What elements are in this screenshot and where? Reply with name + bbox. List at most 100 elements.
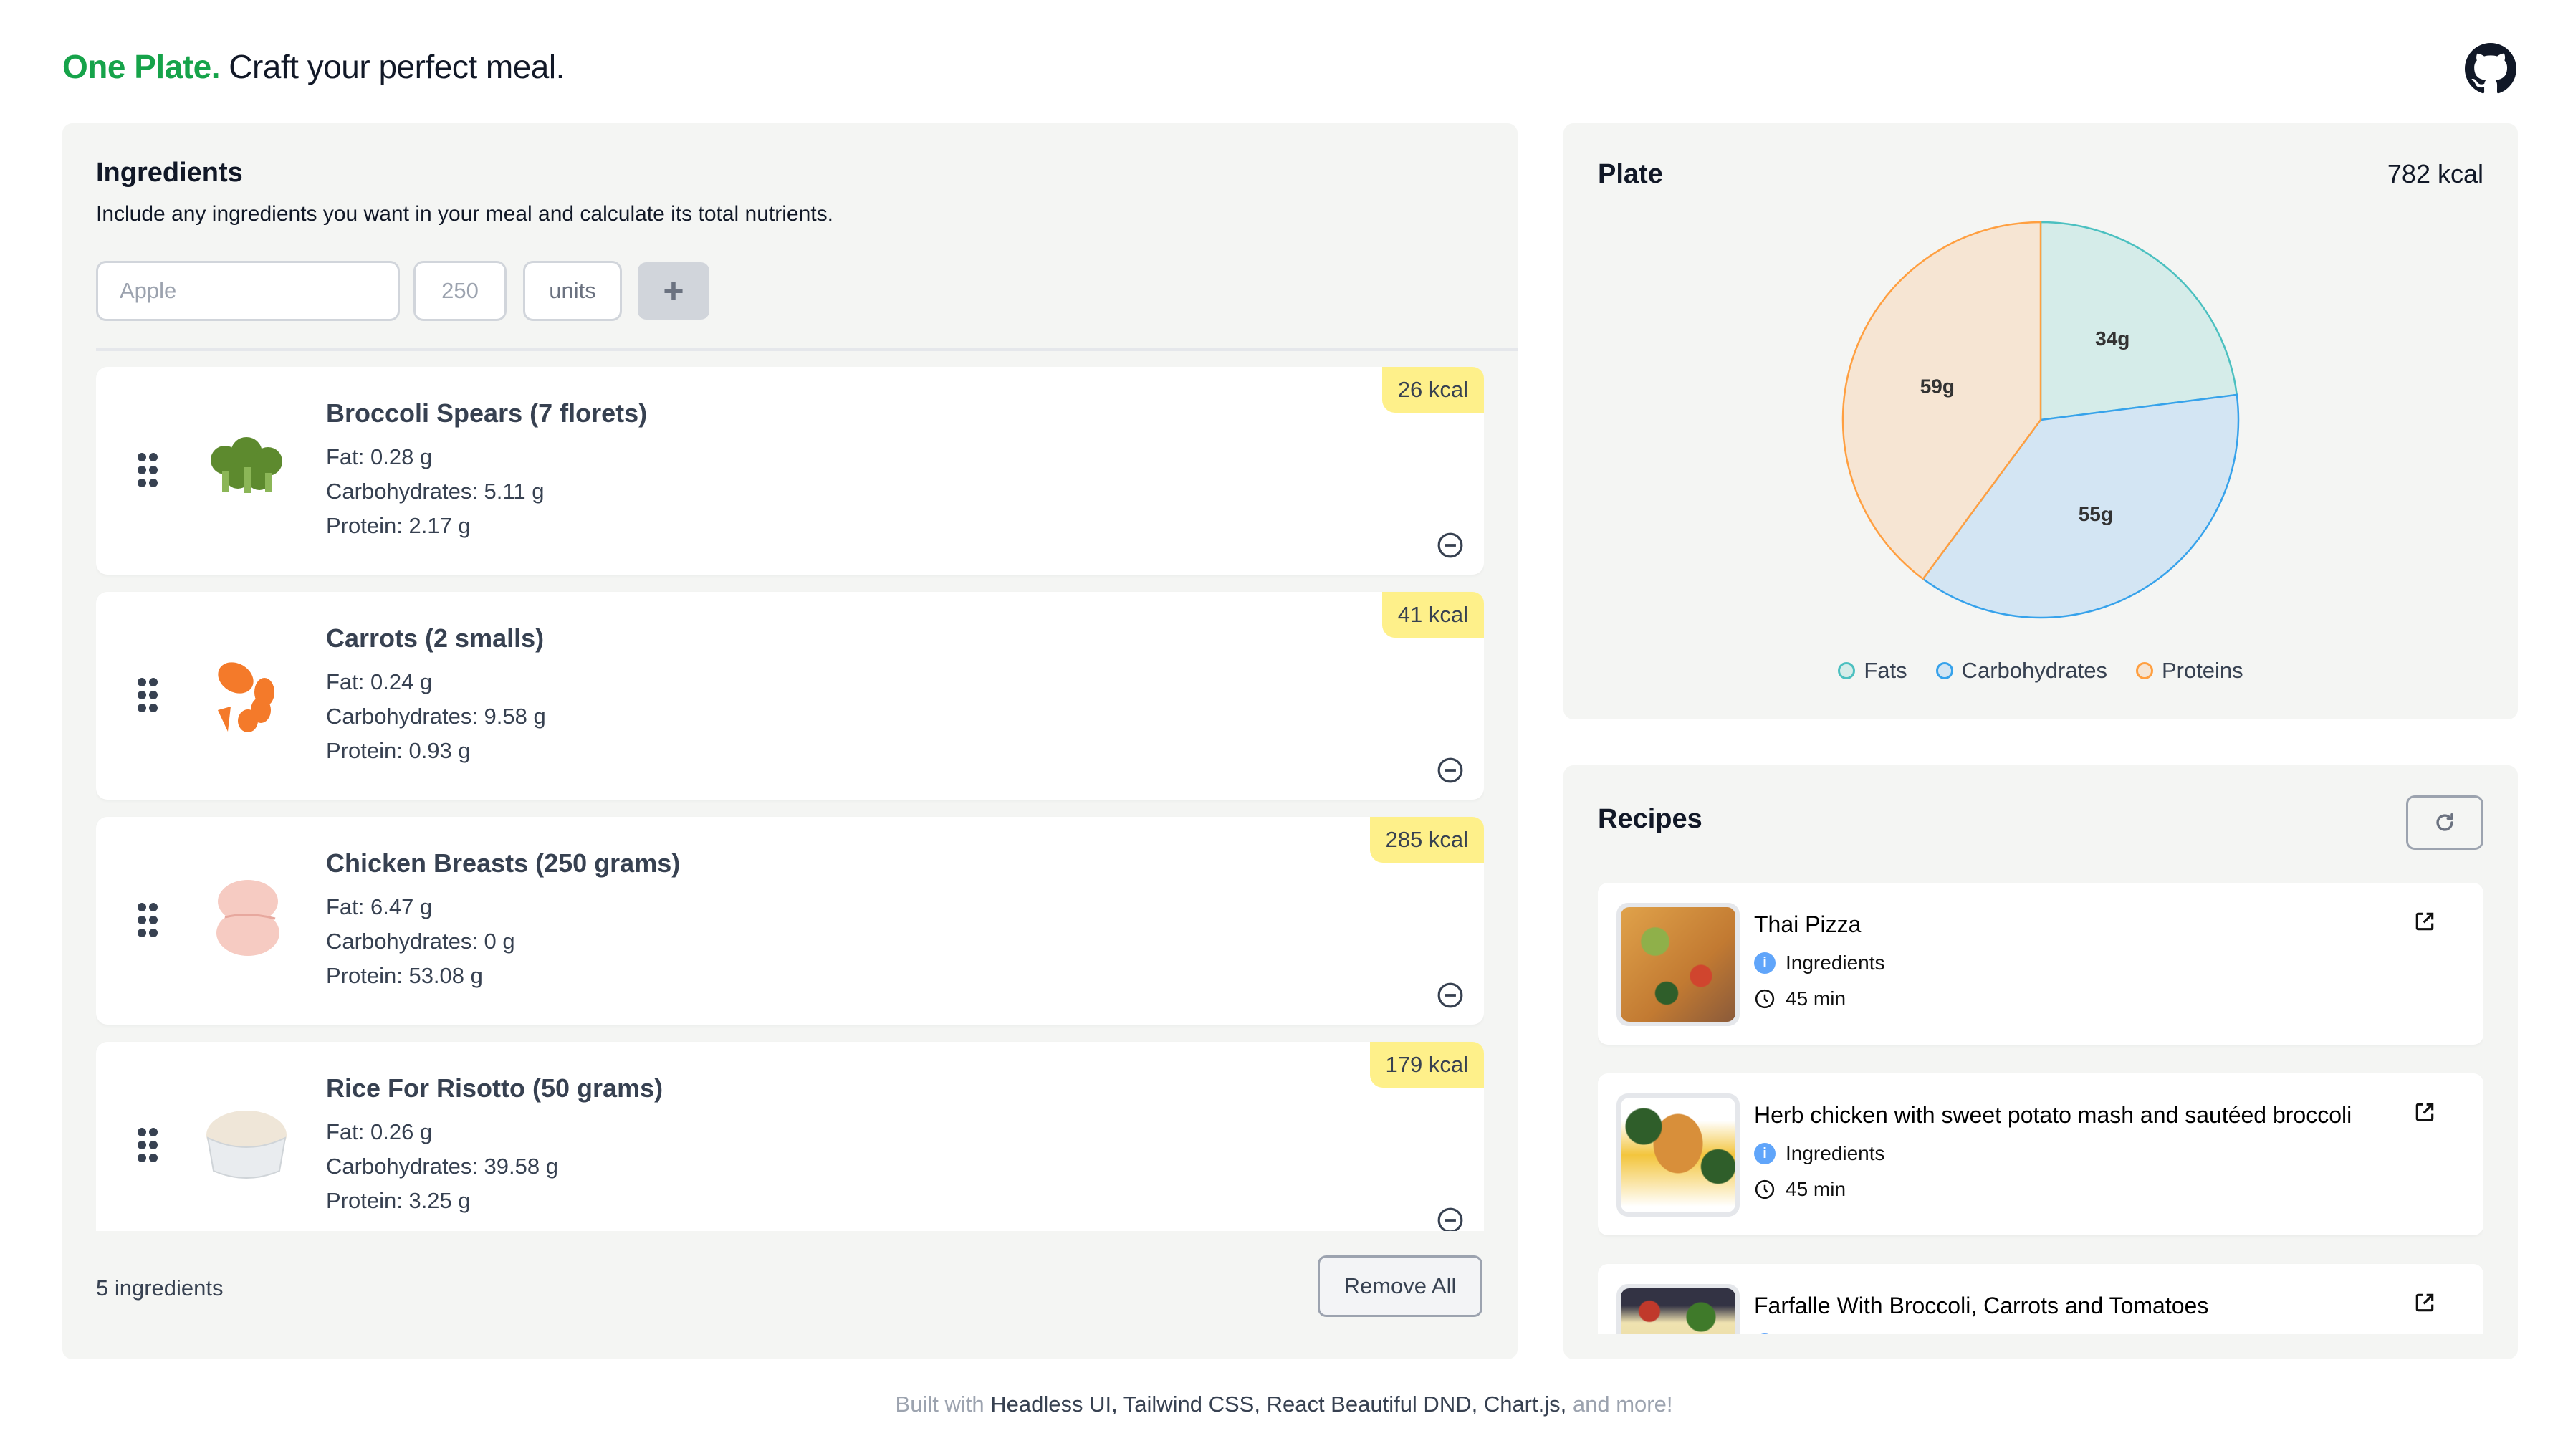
external-link-icon[interactable] xyxy=(2413,1291,2436,1314)
ingredient-fat: Fat: 0.26 g xyxy=(326,1119,433,1144)
ingredient-name: Carrots (2 smalls) xyxy=(326,623,545,653)
recipe-card[interactable]: Thai Pizza i Ingredients 45 min xyxy=(1598,883,2483,1045)
ingredient-fat: Fat: 0.24 g xyxy=(326,669,433,694)
kcal-badge: 26 kcal xyxy=(1381,367,1484,413)
legend-label: Carbohydrates xyxy=(1961,658,2107,683)
drag-handle-icon[interactable] xyxy=(138,678,158,714)
ingredient-card[interactable]: Broccoli Spears (7 florets) Fat: 0.28 g … xyxy=(96,367,1484,575)
footer-prefix: Built with xyxy=(895,1392,984,1417)
carrot-image xyxy=(218,662,274,732)
brand-name: One Plate. xyxy=(62,48,220,85)
external-link-icon[interactable] xyxy=(2413,1101,2436,1124)
pie-label-proteins: 59g xyxy=(1920,375,1955,397)
ingredient-card[interactable]: Carrots (2 smalls) Fat: 0.24 g Carbohydr… xyxy=(96,592,1484,800)
recipe-card[interactable]: Herb chicken with sweet potato mash and … xyxy=(1598,1073,2483,1235)
ingredient-name-input[interactable]: Apple xyxy=(96,261,400,321)
ingredients-label: Ingredients xyxy=(1786,1333,1885,1334)
ingredient-carbs: Carbohydrates: 5.11 g xyxy=(326,479,545,504)
info-icon: i xyxy=(1754,952,1776,974)
ingredient-fat: Fat: 6.47 g xyxy=(326,894,433,919)
chart-legend: Fats Carbohydrates Proteins xyxy=(1563,658,2518,684)
recipe-image xyxy=(1616,1093,1740,1217)
recipe-title: Thai Pizza xyxy=(1754,911,1862,937)
tagline: Craft your perfect meal. xyxy=(229,48,565,85)
remove-ingredient-icon[interactable] xyxy=(1437,982,1464,1009)
recipes-title: Recipes xyxy=(1598,804,1702,834)
add-ingredient-button[interactable]: + xyxy=(638,262,709,320)
quantity-input[interactable]: 250 xyxy=(413,261,507,321)
recipe-image xyxy=(1616,903,1740,1026)
ingredient-list[interactable]: Broccoli Spears (7 florets) Fat: 0.28 g … xyxy=(96,367,1484,1231)
ingredient-card[interactable]: Chicken Breasts (250 grams) Fat: 6.47 g … xyxy=(96,817,1484,1025)
kcal-badge: 41 kcal xyxy=(1381,592,1484,638)
ingredient-card[interactable]: Rice For Risotto (50 grams) Fat: 0.26 g … xyxy=(96,1042,1484,1231)
recipe-time: 45 min xyxy=(1754,1178,1846,1201)
pie-label-carbohydrates: 55g xyxy=(2079,503,2113,525)
legend-item-proteins[interactable]: Proteins xyxy=(2135,658,2243,684)
ingredient-count: 5 ingredients xyxy=(96,1275,224,1301)
footer-suffix: and more! xyxy=(1572,1392,1673,1417)
remove-ingredient-icon[interactable] xyxy=(1437,757,1464,784)
legend-swatch xyxy=(1935,662,1953,679)
ingredient-name: Chicken Breasts (250 grams) xyxy=(326,848,681,878)
unit-select[interactable]: units xyxy=(523,261,622,321)
plate-panel: Plate 782 kcal 34g 55g 59g Fats Carbohydrat… xyxy=(1563,123,2518,719)
ingredient-protein: Protein: 0.93 g xyxy=(326,738,471,763)
recipe-card[interactable]: Farfalle With Broccoli, Carrots and Toma… xyxy=(1598,1264,2483,1334)
recipe-image xyxy=(1616,1284,1740,1334)
ingredients-panel: Ingredients Include any ingredients you … xyxy=(62,123,1518,1359)
legend-label: Proteins xyxy=(2161,658,2243,683)
pie-label-fats: 34g xyxy=(2095,327,2129,350)
drag-handle-icon[interactable] xyxy=(138,1128,158,1164)
legend-item-fats[interactable]: Fats xyxy=(1838,658,1907,684)
legend-swatch xyxy=(2135,662,2153,679)
github-icon xyxy=(2465,43,2516,94)
footer-tools: Headless UI, Tailwind CSS, React Beautif… xyxy=(990,1392,1567,1417)
ingredient-fat: Fat: 0.28 g xyxy=(326,444,433,469)
chicken-image xyxy=(216,880,279,956)
recipe-list[interactable]: Thai Pizza i Ingredients 45 min Herb chic… xyxy=(1598,883,2483,1334)
nutrient-pie-chart: 34g 55g 59g xyxy=(1841,221,2240,619)
ingredient-carbs: Carbohydrates: 39.58 g xyxy=(326,1154,558,1179)
rice-image xyxy=(206,1111,287,1179)
legend-item-carbohydrates[interactable]: Carbohydrates xyxy=(1935,658,2107,684)
ingredient-name: Rice For Risotto (50 grams) xyxy=(326,1073,663,1103)
legend-label: Fats xyxy=(1864,658,1907,683)
info-icon: i xyxy=(1754,1333,1776,1334)
recipe-time: 45 min xyxy=(1754,987,1846,1010)
app-title: One Plate. Craft your perfect meal. xyxy=(62,47,565,86)
remove-ingredient-icon[interactable] xyxy=(1437,532,1464,559)
recipe-title: Farfalle With Broccoli, Carrots and Toma… xyxy=(1754,1293,2209,1318)
kcal-badge: 285 kcal xyxy=(1369,817,1484,863)
time-label: 45 min xyxy=(1786,1178,1846,1200)
ingredients-subtitle: Include any ingredients you want in your… xyxy=(96,202,833,226)
ingredients-label: Ingredients xyxy=(1786,1142,1885,1164)
ingredient-protein: Protein: 53.08 g xyxy=(326,963,483,988)
info-icon: i xyxy=(1754,1143,1776,1164)
ingredients-label: Ingredients xyxy=(1786,952,1885,974)
recipes-panel: Recipes Thai Pizza i Ingredients 45 min H… xyxy=(1563,765,2518,1359)
pie-slice-fats[interactable] xyxy=(2039,221,2238,421)
recipe-title: Herb chicken with sweet potato mash and … xyxy=(1754,1102,2352,1128)
recipe-ingredients-link[interactable]: i Ingredients xyxy=(1754,1333,1885,1334)
clock-icon xyxy=(1755,989,1775,1009)
drag-handle-icon[interactable] xyxy=(138,453,158,489)
ingredient-name: Broccoli Spears (7 florets) xyxy=(326,398,648,428)
ingredients-title: Ingredients xyxy=(96,158,243,188)
ingredient-carbs: Carbohydrates: 0 g xyxy=(326,929,515,954)
time-label: 45 min xyxy=(1786,987,1846,1010)
drag-handle-icon[interactable] xyxy=(138,903,158,939)
remove-ingredient-icon[interactable] xyxy=(1437,1207,1464,1231)
recipe-ingredients-link[interactable]: i Ingredients xyxy=(1754,952,1885,974)
github-link[interactable] xyxy=(2465,43,2516,95)
legend-swatch xyxy=(1838,662,1856,679)
recipe-ingredients-link[interactable]: i Ingredients xyxy=(1754,1142,1885,1165)
external-link-icon[interactable] xyxy=(2413,910,2436,933)
ingredient-protein: Protein: 3.25 g xyxy=(326,1188,471,1213)
remove-all-button[interactable]: Remove All xyxy=(1318,1255,1482,1317)
ingredient-protein: Protein: 2.17 g xyxy=(326,513,471,538)
divider xyxy=(96,348,1518,351)
refresh-recipes-button[interactable] xyxy=(2406,795,2483,850)
kcal-badge: 179 kcal xyxy=(1369,1042,1484,1088)
clock-icon xyxy=(1755,1179,1775,1199)
